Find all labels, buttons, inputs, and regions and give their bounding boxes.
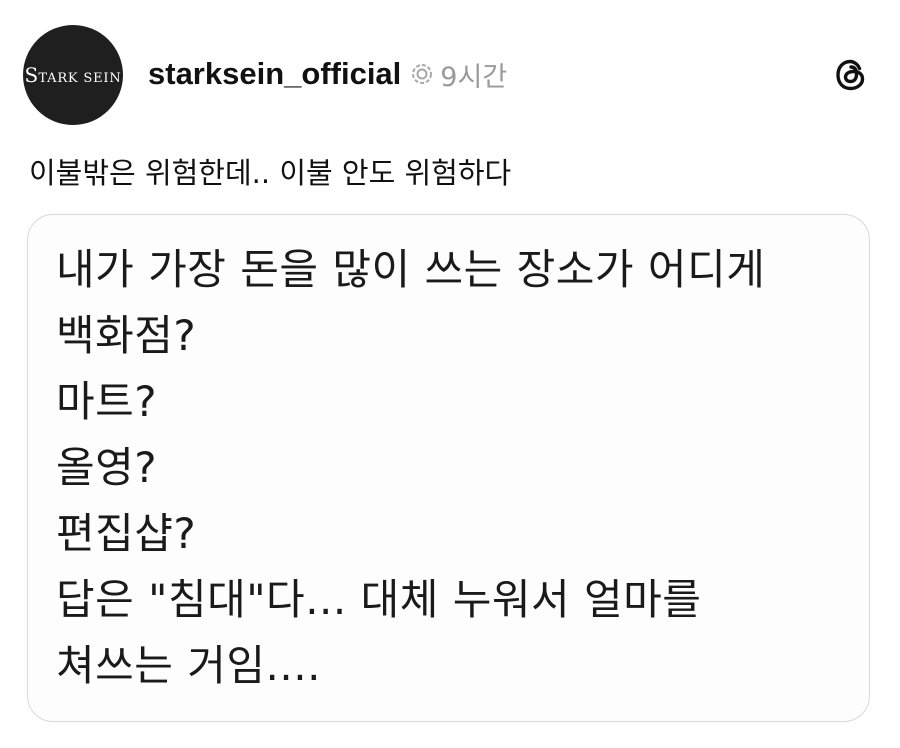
threads-logo-icon[interactable] xyxy=(832,56,870,94)
verified-badge-icon xyxy=(411,63,433,85)
image-text-line: 올영? xyxy=(56,443,158,492)
post-caption: 이불밖은 위험한데.. 이불 안도 위험하다 xyxy=(29,156,512,190)
avatar-brand-text: STARK SEIN xyxy=(24,63,122,87)
post-time[interactable]: 9시간 xyxy=(440,55,507,94)
image-text-line: 백화점? xyxy=(56,311,197,360)
avatar[interactable]: STARK SEIN xyxy=(23,25,123,125)
post-header: starksein_official 9시간 xyxy=(148,52,507,96)
image-text-line: 쳐쓰는 거임.... xyxy=(56,641,321,690)
image-text-line: 답은 "침대"다... 대체 누워서 얼마를 xyxy=(56,575,702,624)
threads-post: STARK SEIN starksein_official 9시간 이불밖은 위… xyxy=(0,0,900,748)
image-text-line: 내가 가장 돈을 많이 쓰는 장소가 어디게 xyxy=(56,245,766,294)
image-text-block: 내가 가장 돈을 많이 쓰는 장소가 어디게 백화점? 마트? 올영? 편집샵?… xyxy=(56,237,765,699)
post-image-card[interactable]: 내가 가장 돈을 많이 쓰는 장소가 어디게 백화점? 마트? 올영? 편집샵?… xyxy=(27,214,870,722)
image-text-line: 편집샵? xyxy=(56,509,197,558)
username[interactable]: starksein_official xyxy=(148,56,401,92)
image-text-line: 마트? xyxy=(56,377,158,426)
